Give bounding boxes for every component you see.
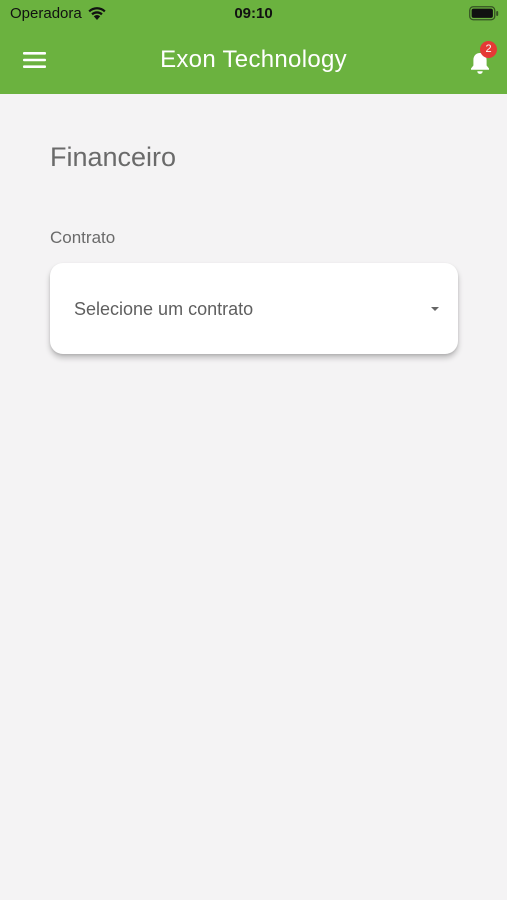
page-title: Financeiro (50, 142, 177, 172)
app-title: Exon Technology (160, 46, 347, 73)
status-bar: Operadora 09:10 (0, 0, 507, 28)
notification-count-badge: 2 (480, 41, 497, 58)
clock: 09:10 (234, 5, 273, 22)
battery-icon (469, 6, 499, 21)
contract-field-label: Contrato (50, 228, 116, 247)
menu-button[interactable] (16, 42, 54, 78)
contract-select[interactable]: Selecione um contrato (50, 263, 458, 354)
hamburger-menu-icon (23, 52, 46, 68)
caret-down-icon (431, 307, 439, 311)
contract-select-placeholder: Selecione um contrato (74, 299, 254, 319)
app-bar: Exon Technology 2 (0, 28, 507, 94)
notifications-button[interactable]: 2 (460, 41, 500, 82)
